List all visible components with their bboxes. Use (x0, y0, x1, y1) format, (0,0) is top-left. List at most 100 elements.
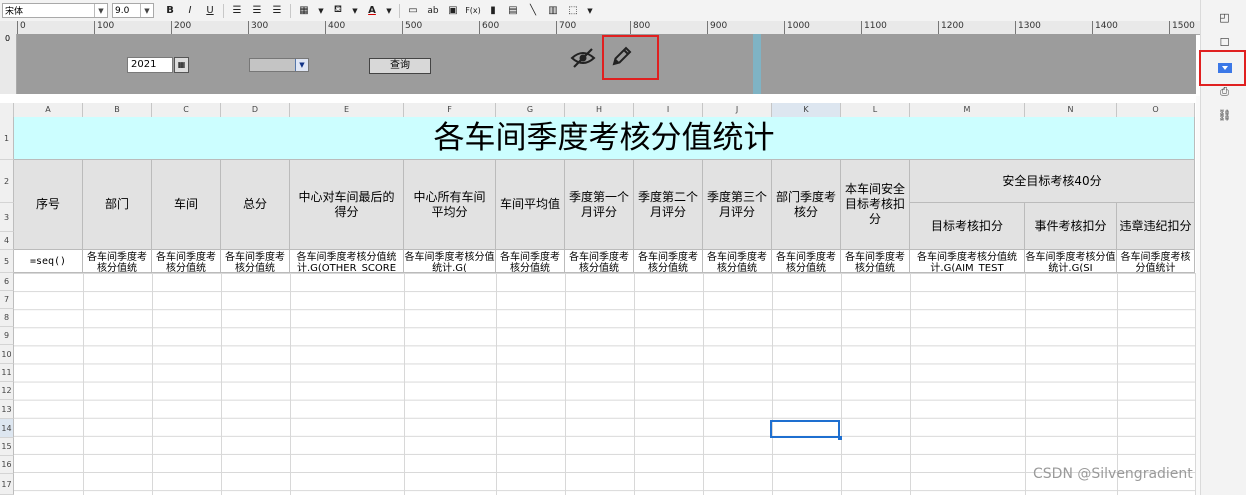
cell-f5[interactable]: 各车间季度考核分值统计.G( (404, 250, 496, 273)
column-header[interactable]: K (772, 103, 841, 117)
cell-l5[interactable]: 各车间季度考核分值统 (841, 250, 910, 273)
hidden-eye-icon[interactable] (570, 46, 596, 70)
row-header[interactable]: 16 (0, 456, 14, 474)
frame-icon[interactable]: ⬚ (565, 3, 581, 19)
cell-d5[interactable]: 各车间季度考核分值统 (221, 250, 290, 273)
header-q3[interactable]: 季度第三个月评分 (703, 160, 772, 250)
align-center-icon[interactable]: ☰ (249, 3, 265, 19)
cell-n5[interactable]: 各车间季度考核分值统计.G(SI (1025, 250, 1117, 273)
header-q2[interactable]: 季度第二个月评分 (634, 160, 703, 250)
column-header[interactable]: I (634, 103, 703, 117)
cell-g5[interactable]: 各车间季度考核分值统 (496, 250, 565, 273)
row-header[interactable]: 17 (0, 474, 14, 495)
slash-icon[interactable]: ╲ (525, 3, 541, 19)
chevron-down-icon[interactable]: ▼ (295, 59, 308, 71)
row-header[interactable]: 4 (0, 232, 14, 250)
chevron-down-icon[interactable]: ▼ (316, 3, 326, 19)
column-header[interactable]: N (1025, 103, 1117, 117)
cell-m5[interactable]: 各车间季度考核分值统计.G(AIM_TEST (910, 250, 1025, 273)
column-header[interactable]: A (14, 103, 83, 117)
font-name-select[interactable]: 宋体 ▼ (2, 3, 108, 18)
header-workshop-avg[interactable]: 车间平均值 (496, 160, 565, 250)
query-button[interactable]: 查询 (369, 58, 431, 74)
header-q1[interactable]: 季度第一个月评分 (565, 160, 634, 250)
row-header[interactable]: 3 (0, 203, 14, 232)
row-header[interactable]: 15 (0, 438, 14, 456)
picture-icon[interactable]: ▤ (505, 3, 521, 19)
cell-b5[interactable]: 各车间季度考核分值统 (83, 250, 152, 273)
header-dept[interactable]: 部门 (83, 160, 152, 250)
insert-image-icon[interactable]: ▣ (445, 3, 461, 19)
header-safety-group[interactable]: 安全目标考核40分 (910, 160, 1195, 203)
align-left-icon[interactable]: ☰ (229, 3, 245, 19)
fill-color-icon[interactable]: ⛾ (330, 3, 346, 19)
report-title[interactable]: 各车间季度考核分值统计 (14, 117, 1195, 160)
text-color-button[interactable]: A (364, 3, 380, 19)
chevron-down-icon[interactable]: ▼ (384, 3, 394, 19)
underline-button[interactable]: U (202, 3, 218, 19)
chevron-down-icon[interactable]: ▼ (350, 3, 360, 19)
column-header[interactable]: G (496, 103, 565, 117)
row-header[interactable]: 6 (0, 273, 14, 291)
column-header[interactable]: J (703, 103, 772, 117)
merge-icon[interactable]: ▭ (405, 3, 421, 19)
header-safety-deduct[interactable]: 本车间安全目标考核扣分 (841, 160, 910, 250)
selected-cell-k14[interactable] (770, 420, 842, 440)
font-size-select[interactable]: 9.0 ▼ (112, 3, 154, 18)
select-all-corner[interactable] (0, 103, 14, 117)
cell-k5[interactable]: 各车间季度考核分值统 (772, 250, 841, 273)
cell-e5[interactable]: 各车间季度考核分值统计.G(OTHER_SCORE (290, 250, 404, 273)
cell-j5[interactable]: 各车间季度考核分值统 (703, 250, 772, 273)
column-header[interactable]: E (290, 103, 404, 117)
column-header[interactable]: L (841, 103, 910, 117)
row-header[interactable]: 8 (0, 309, 14, 327)
row-header[interactable]: 12 (0, 382, 14, 400)
bold-button[interactable]: B (162, 3, 178, 19)
print-icon[interactable]: ⎙ (1217, 84, 1232, 99)
row-header[interactable]: 11 (0, 364, 14, 382)
column-header[interactable]: F (404, 103, 496, 117)
formula-button[interactable]: F(x) (465, 3, 481, 19)
header-dept-quarter[interactable]: 部门季度考核分 (772, 160, 841, 250)
column-header[interactable]: M (910, 103, 1025, 117)
chevron-down-icon[interactable]: ▼ (585, 3, 595, 19)
properties-icon[interactable]: ◰ (1217, 10, 1232, 25)
link-icon[interactable]: ⛓ (1217, 108, 1232, 123)
year-input[interactable]: 2021 (127, 57, 173, 73)
chevron-down-icon[interactable]: ▼ (94, 4, 107, 17)
column-header[interactable]: D (221, 103, 290, 117)
empty-grid[interactable] (14, 273, 1195, 495)
border-icon[interactable]: ▦ (296, 3, 312, 19)
chevron-down-icon[interactable]: ▼ (140, 4, 153, 17)
column-header[interactable]: H (565, 103, 634, 117)
header-event-deduct[interactable]: 事件考核扣分 (1025, 203, 1117, 250)
calendar-icon[interactable]: ▦ (174, 57, 189, 73)
column-header[interactable]: C (152, 103, 221, 117)
column-header[interactable]: O (1117, 103, 1195, 117)
bar-chart-icon[interactable]: ▮ (485, 3, 501, 19)
cell-i5[interactable]: 各车间季度考核分值统 (634, 250, 703, 273)
row-header[interactable]: 2 (0, 160, 14, 203)
layout-icon[interactable]: ▥ (545, 3, 561, 19)
text-button[interactable]: ab (425, 3, 441, 19)
header-total[interactable]: 总分 (221, 160, 290, 250)
cell-h5[interactable]: 各车间季度考核分值统 (565, 250, 634, 273)
row-header[interactable]: 5 (0, 250, 14, 273)
header-center-avg[interactable]: 中心所有车间平均分 (404, 160, 496, 250)
row-header[interactable]: 9 (0, 327, 14, 345)
align-right-icon[interactable]: ☰ (269, 3, 285, 19)
row-header[interactable]: 1 (0, 117, 14, 160)
header-target-deduct[interactable]: 目标考核扣分 (910, 203, 1025, 250)
dropdown-combo[interactable]: ▼ (249, 58, 309, 72)
cell-c5[interactable]: 各车间季度考核分值统 (152, 250, 221, 273)
header-center-final[interactable]: 中心对车间最后的得分 (290, 160, 404, 250)
cell-frame-icon[interactable]: ☐ (1217, 35, 1232, 50)
italic-button[interactable]: I (182, 3, 198, 19)
row-header[interactable]: 7 (0, 291, 14, 309)
header-workshop[interactable]: 车间 (152, 160, 221, 250)
cell-a5[interactable]: =seq() (14, 250, 83, 273)
cell-o5[interactable]: 各车间季度考核分值统计 (1117, 250, 1195, 273)
header-violation-deduct[interactable]: 违章违纪扣分 (1117, 203, 1195, 250)
row-header[interactable]: 10 (0, 345, 14, 364)
row-header[interactable]: 13 (0, 400, 14, 419)
